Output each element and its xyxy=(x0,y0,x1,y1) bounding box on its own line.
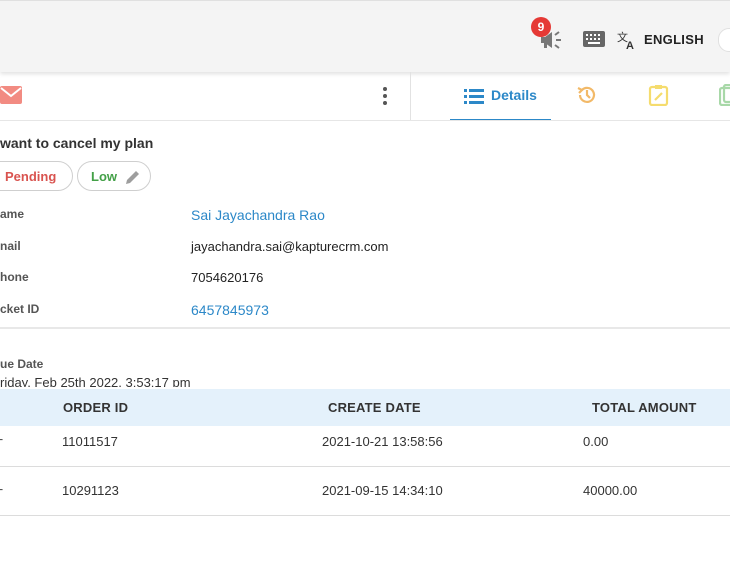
copy-icon[interactable] xyxy=(719,84,730,106)
total-amount-cell: 0.00 xyxy=(583,434,609,449)
note-icon[interactable] xyxy=(648,84,670,106)
ticket-subject: want to cancel my plan xyxy=(0,135,154,151)
field-label-phone: hone xyxy=(0,270,29,284)
pencil-icon[interactable] xyxy=(124,168,142,186)
field-value-email: jayachandra.sai@kapturecrm.com xyxy=(191,239,389,254)
language-selector[interactable]: ENGLISH xyxy=(644,32,704,47)
priority-label: Low xyxy=(91,169,117,184)
field-label-ticket-id: cket ID xyxy=(0,302,40,316)
column-order-id: ORDER ID xyxy=(63,400,129,415)
create-date-cell: 2021-10-21 13:58:56 xyxy=(322,434,443,449)
status-badge[interactable]: Pending xyxy=(0,161,73,191)
order-id-cell: 11011517 xyxy=(62,434,118,449)
due-date-value: riday, Feb 25th 2022, 3:53:17 pm xyxy=(0,375,191,387)
create-date-cell: 2021-09-15 14:34:10 xyxy=(322,483,443,498)
tab-details-label: Details xyxy=(491,87,537,103)
theme-toggle[interactable] xyxy=(718,28,730,52)
tab-details[interactable]: Details xyxy=(450,72,551,121)
plus-icon[interactable]: + xyxy=(0,482,3,500)
table-row: + 10291123 2021-09-15 14:34:10 40000.00 xyxy=(0,467,730,516)
column-total-amount: TOTAL AMOUNT xyxy=(592,400,697,415)
list-icon xyxy=(464,89,484,104)
toolbar-divider xyxy=(410,72,411,120)
field-value-ticket-id[interactable]: 6457845973 xyxy=(191,302,269,318)
field-value-name[interactable]: Sai Jayachandra Rao xyxy=(191,207,325,223)
history-icon[interactable] xyxy=(576,84,598,106)
orders-table-header: ORDER ID CREATE DATE TOTAL AMOUNT xyxy=(0,389,730,426)
total-amount-cell: 40000.00 xyxy=(583,483,638,498)
column-create-date: CREATE DATE xyxy=(328,400,421,415)
plus-icon[interactable]: + xyxy=(0,432,3,450)
translate-icon[interactable]: 文 A xyxy=(617,30,637,50)
svg-text:A: A xyxy=(626,40,634,50)
field-label-name: ame xyxy=(0,207,25,221)
toolbar-bottom-border xyxy=(0,120,730,121)
field-value-phone: 7054620176 xyxy=(191,270,264,285)
priority-badge[interactable]: Low xyxy=(77,161,151,191)
top-bar: 9 文 A ENGLISH xyxy=(0,0,730,72)
order-id-cell: 10291123 xyxy=(62,483,119,498)
section-divider xyxy=(0,327,730,329)
table-row: + 11011517 2021-10-21 13:58:56 0.00 xyxy=(0,426,730,467)
notification-badge: 9 xyxy=(531,17,551,37)
mail-icon[interactable] xyxy=(0,86,22,104)
field-label-email: nail xyxy=(0,239,21,253)
due-date-label: ue Date xyxy=(0,357,44,371)
keyboard-icon[interactable] xyxy=(583,31,605,47)
more-vertical-icon[interactable] xyxy=(379,86,391,106)
